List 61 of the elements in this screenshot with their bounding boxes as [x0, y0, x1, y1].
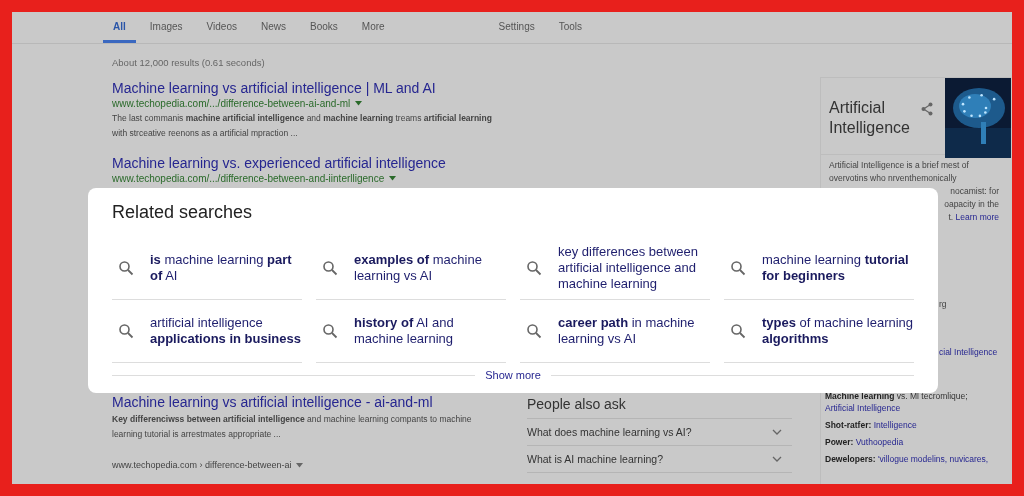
result-title[interactable]: Machine learning vs artificial intelligence | ML and AI	[112, 80, 820, 96]
related-search-link[interactable]: is machine learning part of AI	[150, 252, 302, 284]
search-icon	[322, 260, 338, 276]
panel-link[interactable]: Vuthoopedia	[855, 437, 904, 447]
search-icon	[730, 260, 746, 276]
card-title: Related searches	[112, 202, 254, 223]
search-icon	[322, 323, 338, 339]
result-url[interactable]: www.techopedia.com/.../difference-between-ai-and-ml	[112, 98, 351, 109]
caret-icon[interactable]	[296, 462, 304, 468]
caret-icon[interactable]	[355, 101, 363, 106]
results-count: About 12,000 results (0.61 seconds)	[112, 57, 266, 68]
panel-title: Artificial Intelligence	[828, 98, 911, 138]
result-url[interactable]: www.techopedia.com/.../difference-between-and-iinterlligence	[112, 173, 385, 184]
search-icon	[526, 323, 542, 339]
related-search-link[interactable]: examples of machine learning vs AI	[354, 252, 506, 284]
nav-link[interactable]: Tools	[548, 21, 593, 43]
panel-fact: Power: Vuthoopedia	[825, 436, 905, 448]
section-heading: People also ask	[527, 396, 792, 419]
panel-text: rg	[939, 299, 948, 309]
caret-icon[interactable]	[389, 176, 397, 181]
panel-text: overvotins who nrventhemonically	[829, 172, 958, 185]
panel-text: t.	[948, 212, 954, 222]
related-search-link[interactable]: types of machine learning algorithms	[762, 315, 914, 347]
nav-tab[interactable]: Videos	[196, 21, 247, 43]
result-snippet: The last commanis machine artificial intelligence and machine learning treams artificial learning with strceative reenons as a artificial mpraction ...	[112, 112, 492, 140]
panel-fact: Shot-ratfer: Intelligence	[825, 419, 918, 431]
nav-tab[interactable]: News	[251, 21, 296, 43]
question-item[interactable]: What does machine learning vs AI?	[527, 426, 692, 438]
result-title[interactable]: Machine learning vs artificial intelligence - ai-and-ml	[112, 394, 512, 410]
related-search-link[interactable]: history of AI and machine learning	[354, 315, 506, 347]
panel-link[interactable]: Artificial Intelligence	[825, 403, 901, 413]
panel-text: nocamist: for	[949, 185, 999, 198]
nav-tab[interactable]: All	[103, 21, 136, 43]
question-item[interactable]: What is AI machine learning?	[527, 453, 663, 465]
nav-tab[interactable]: Books	[300, 21, 348, 43]
show-more-button[interactable]: Show more	[485, 369, 541, 381]
nav-link[interactable]: Settings	[488, 21, 545, 43]
chevron-down-icon	[772, 429, 782, 435]
learn-more-link[interactable]: Learn more	[955, 212, 999, 222]
nav-tab[interactable]: Images	[139, 21, 193, 43]
panel-text: Artificial Intelligence is a brief mest of	[829, 159, 970, 172]
chevron-down-icon	[772, 456, 782, 462]
search-icon	[526, 260, 542, 276]
search-icon	[118, 323, 134, 339]
panel-text: oapacity in the	[943, 198, 999, 211]
search-icon	[118, 260, 134, 276]
share-icon[interactable]	[921, 102, 933, 116]
result-snippet: Key differenciwss between artificial intelligence and machine learning compants to machine learning tutorial is arrestmates appropriate ...	[112, 413, 473, 441]
result-url[interactable]: www.techopedia.com › difference-between-ai	[112, 460, 292, 470]
related-search-link[interactable]: key differences between artificial intelligence and machine learning	[558, 244, 710, 292]
search-icon	[730, 323, 746, 339]
result-title[interactable]: Machine learning vs. experienced artificial intelligence	[112, 155, 820, 171]
panel-link[interactable]: cial Intelligence	[939, 347, 1011, 357]
related-search-link[interactable]: career path in machine learning vs AI	[558, 315, 710, 347]
related-search-link[interactable]: machine learning tutorial for beginners	[762, 252, 914, 284]
panel-fact: Dewelopers: 'villogue modelins, nuvicares,	[825, 453, 990, 465]
related-search-link[interactable]: artificial intelligence applications in business	[150, 315, 302, 347]
panel-link[interactable]: 'villogue modelins, nuvicares,	[877, 454, 989, 464]
nav-tab[interactable]: More	[351, 21, 395, 43]
panel-link[interactable]: Intelligence	[873, 420, 917, 430]
panel-fact: Machine learning vs. Ml tecromlique; Artificial Intelligence	[825, 390, 969, 414]
